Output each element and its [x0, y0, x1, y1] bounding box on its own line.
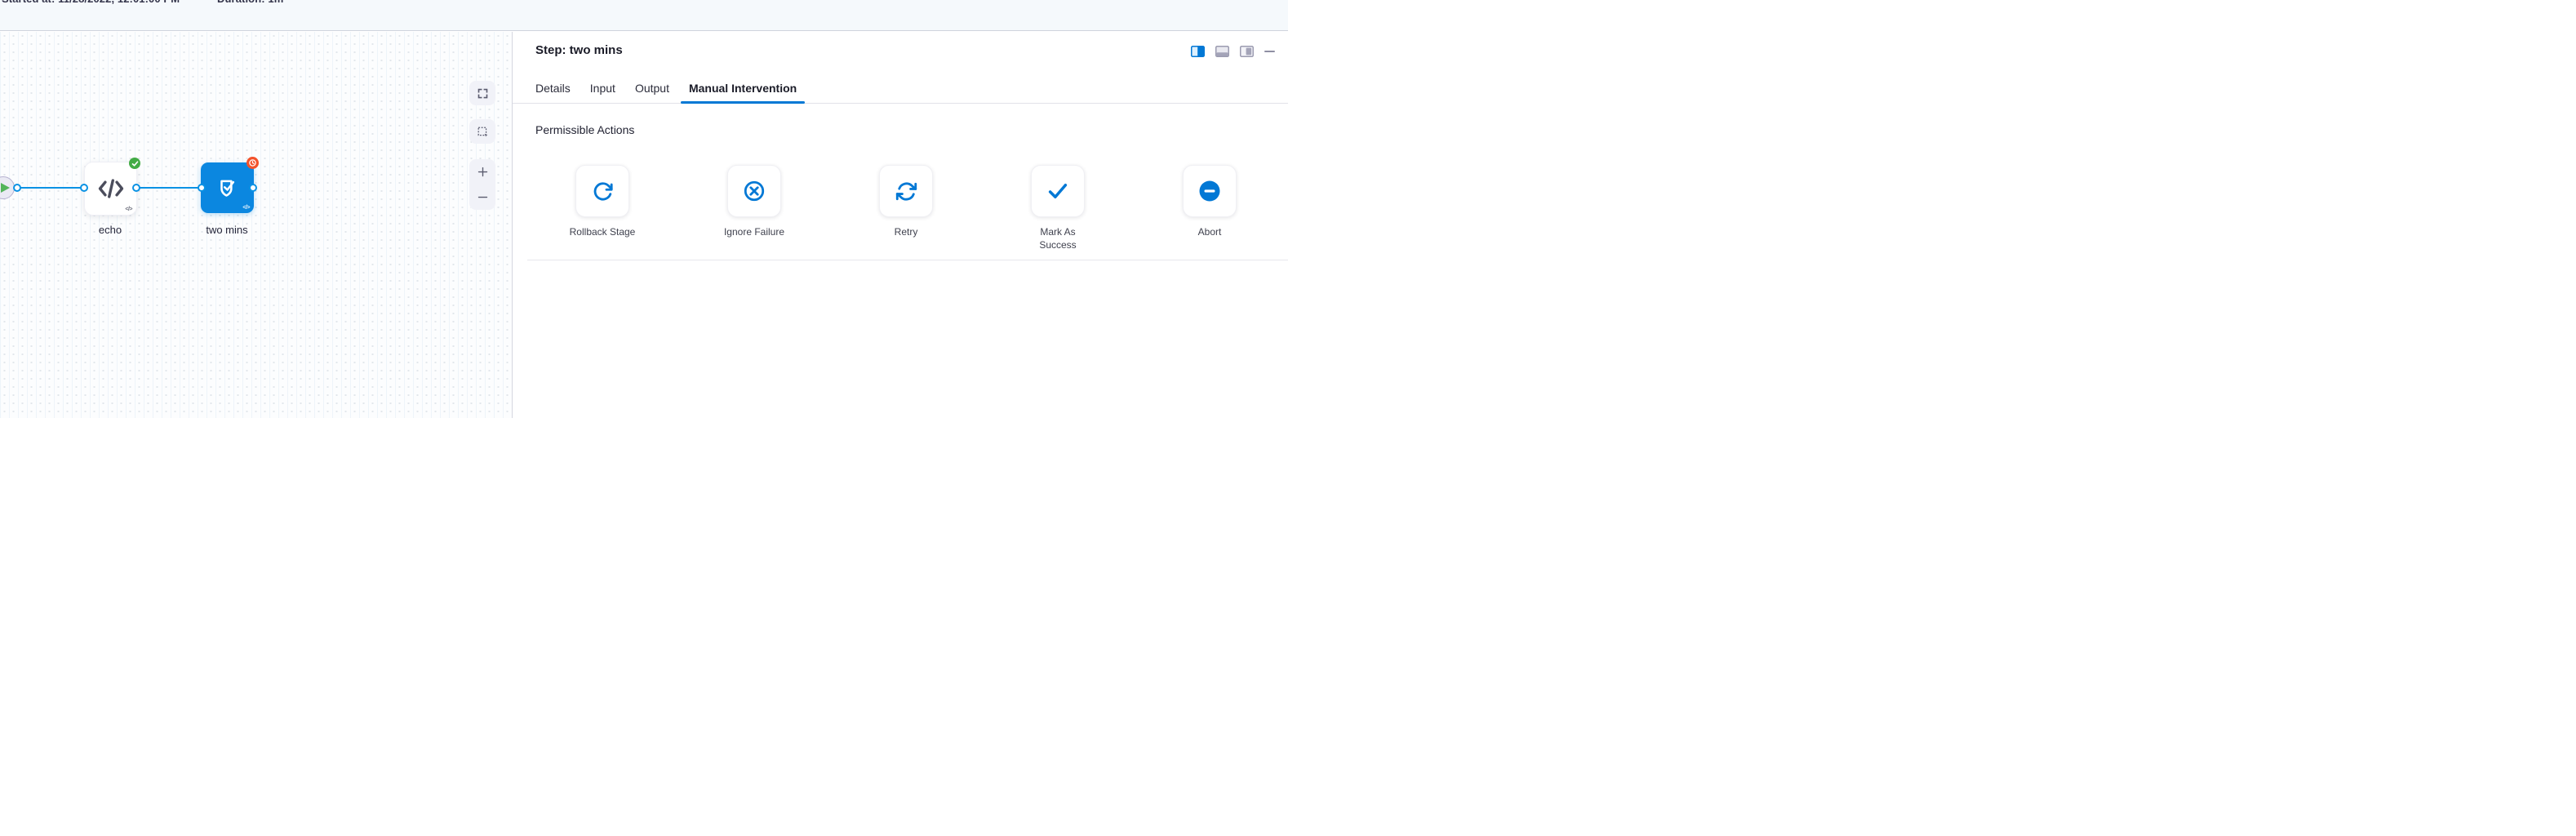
ignore-failure-icon — [743, 180, 766, 202]
port-echo-in — [80, 184, 88, 192]
code-icon — [97, 176, 125, 201]
port-echo-out — [132, 184, 140, 192]
step-details-panel: Step: two mins — [513, 32, 1288, 418]
rollback-stage-icon — [592, 180, 614, 202]
action-label: Retry — [868, 226, 944, 239]
zoom-out-icon — [477, 191, 489, 203]
layout-bottom-icon[interactable] — [1215, 46, 1229, 57]
marquee-select-icon — [477, 126, 489, 138]
panel-window-controls — [1191, 46, 1275, 57]
success-badge-icon — [129, 158, 140, 169]
marquee-select-button[interactable] — [469, 119, 495, 144]
node-label-echo: echo — [69, 224, 151, 236]
tab-output[interactable]: Output — [625, 73, 679, 103]
abort-button[interactable]: Abort — [1183, 165, 1237, 217]
play-icon — [1, 183, 10, 193]
tab-input[interactable]: Input — [580, 73, 625, 103]
connector-start-echo — [17, 187, 86, 189]
pipeline-canvas[interactable]: </> echo </> two mins — [0, 32, 513, 418]
zoom-in-icon — [477, 166, 489, 178]
script-corner-icon: </> — [242, 205, 250, 211]
action-label: Ignore Failure — [717, 226, 792, 239]
started-at-label: Started at: 11/28/2022, 12:01:00 PM — [2, 0, 180, 5]
tab-details[interactable]: Details — [526, 73, 580, 103]
node-label-two-mins: two mins — [186, 224, 268, 236]
abort-icon — [1197, 179, 1222, 203]
tab-manual-intervention[interactable]: Manual Intervention — [679, 73, 806, 103]
action-label: Abort — [1172, 226, 1247, 239]
duration-label: Duration: 1m — [217, 0, 283, 5]
step-node-two-mins[interactable]: </> — [201, 162, 254, 213]
step-node-echo[interactable]: </> — [84, 162, 137, 216]
layout-inset-right-icon[interactable] — [1240, 46, 1254, 57]
connector-echo-twomins — [136, 187, 202, 189]
zoom-in-button[interactable] — [469, 159, 495, 185]
zoom-out-button[interactable] — [469, 185, 495, 210]
ignore-failure-button[interactable]: Ignore Failure — [727, 165, 781, 217]
shield-check-icon — [215, 176, 240, 200]
waiting-timeout-badge-icon — [246, 157, 259, 169]
permissible-actions-row: Rollback Stage Ignore Failure — [575, 165, 1237, 217]
port-start-out — [13, 184, 21, 192]
retry-button[interactable]: Retry — [879, 165, 933, 217]
script-corner-icon: </> — [125, 207, 132, 212]
fit-view-button[interactable] — [469, 81, 495, 105]
panel-title: Step: two mins — [535, 43, 623, 57]
zoom-controls — [469, 159, 495, 210]
mark-as-success-button[interactable]: Mark As Success — [1031, 165, 1085, 217]
mark-as-success-icon — [1046, 179, 1070, 203]
minimize-icon[interactable] — [1264, 50, 1275, 53]
action-label: Mark As Success — [1020, 226, 1095, 251]
layout-split-right-icon[interactable] — [1191, 46, 1205, 57]
retry-icon — [895, 180, 917, 202]
step-panel-tabs: Details Input Output Manual Intervention — [513, 72, 1288, 104]
execution-meta-strip: Started at: 11/28/2022, 12:01:00 PM Dura… — [0, 0, 1288, 31]
rollback-stage-button[interactable]: Rollback Stage — [575, 165, 629, 217]
port-twomins-in — [198, 184, 206, 192]
fit-view-icon — [477, 87, 489, 100]
action-label: Rollback Stage — [565, 226, 640, 239]
pipeline-execution-screen: Started at: 11/28/2022, 12:01:00 PM Dura… — [0, 0, 1288, 418]
permissible-actions-heading: Permissible Actions — [535, 123, 634, 136]
port-twomins-out — [249, 184, 257, 192]
